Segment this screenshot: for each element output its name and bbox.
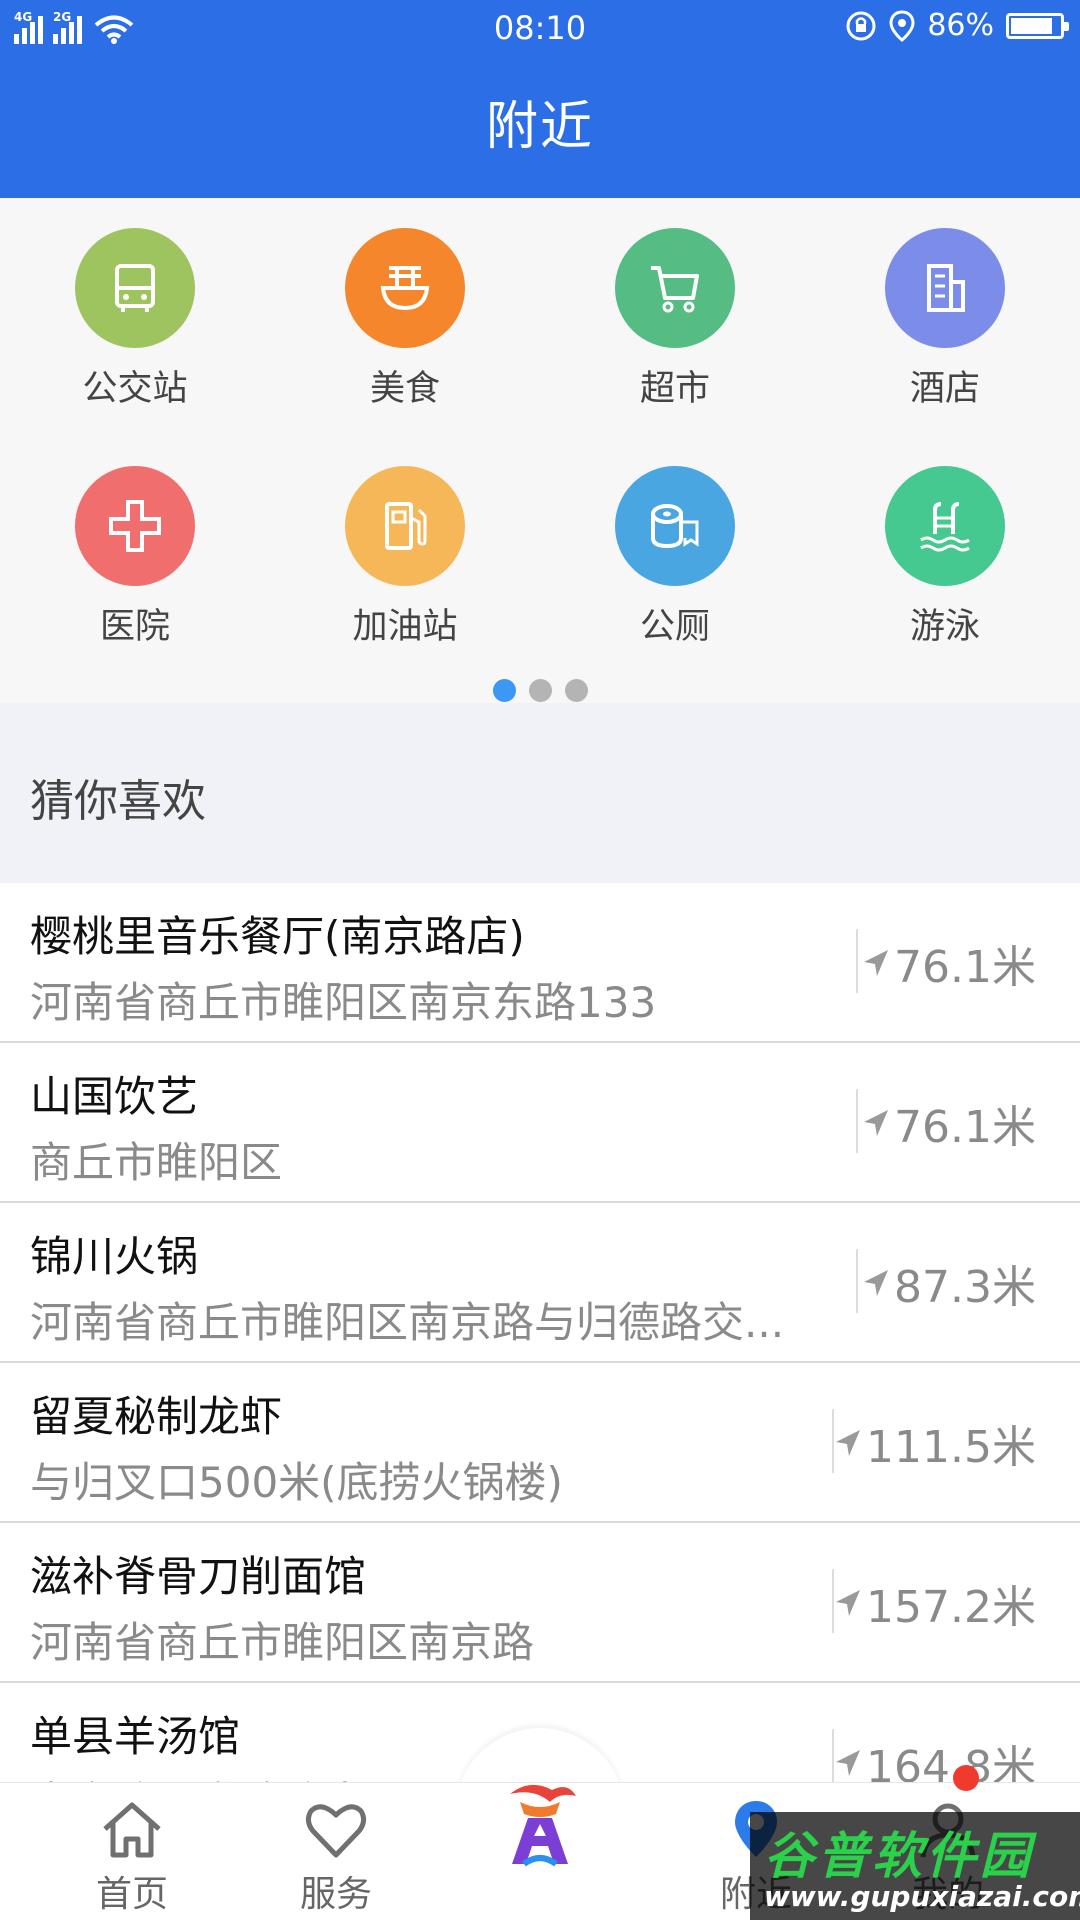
watermark-title: 谷普软件园	[764, 1827, 1034, 1885]
tab-label: 首页	[95, 1874, 168, 1915]
place-name: 滋补脊骨刀削面馆	[30, 1552, 367, 1601]
page-dot[interactable]	[564, 679, 588, 702]
place-name: 锦川火锅	[30, 1232, 199, 1281]
place-name: 留夏秘制龙虾	[30, 1392, 283, 1441]
tab-home[interactable]: 首页	[24, 1783, 240, 1920]
category-grid: 公交站 美食 超市 酒店 医院 加油站 公厕 游泳	[0, 198, 1080, 703]
place-address: 与归叉口500米(底捞火锅楼)	[30, 1458, 563, 1507]
category-label: 美食	[369, 369, 440, 409]
list-item[interactable]: 山国饮艺 商丘市睢阳区 76.1米	[0, 1043, 1080, 1203]
place-distance: 111.5米	[832, 1411, 1036, 1475]
navigation-arrow-icon	[836, 1750, 861, 1776]
distance-value: 76.1米	[894, 1102, 1036, 1153]
place-name: 樱桃里音乐餐厅(南京路店)	[30, 912, 525, 961]
category-food[interactable]: 美食	[270, 228, 540, 411]
status-bar: 4G 2G 08:10 86%	[0, 0, 1080, 56]
category-bus-station[interactable]: 公交站	[0, 228, 270, 411]
distance-value: 164.8米	[866, 1742, 1036, 1783]
category-hotel[interactable]: 酒店	[810, 228, 1080, 411]
app-header: 附近	[0, 56, 1080, 198]
category-label: 医院	[99, 607, 170, 647]
navigation-arrow-icon	[864, 1110, 889, 1136]
battery-icon	[1006, 12, 1069, 39]
navigation-arrow-icon	[836, 1430, 861, 1456]
home-icon	[103, 1802, 161, 1858]
place-list: 樱桃里音乐餐厅(南京路店) 河南省商丘市睢阳区南京东路133 76.1米 山国饮…	[0, 883, 1080, 1783]
page-title: 附近	[485, 97, 594, 157]
category-swimming[interactable]: 游泳	[810, 466, 1080, 649]
place-address: 河南省商丘市睢阳区南京路	[30, 1618, 535, 1667]
category-label: 加油站	[352, 607, 458, 647]
distance-value: 87.3米	[894, 1262, 1036, 1313]
row-divider	[856, 929, 858, 993]
section-title: 猜你喜欢	[30, 776, 206, 827]
category-gas-station[interactable]: 加油站	[270, 466, 540, 649]
distance-value: 157.2米	[866, 1582, 1036, 1633]
rotation-lock-icon	[846, 11, 876, 40]
list-item[interactable]: 留夏秘制龙虾 与归叉口500米(底捞火锅楼) 111.5米	[0, 1363, 1080, 1523]
place-distance: 76.1米	[860, 931, 1036, 995]
place-name: 山国饮艺	[30, 1072, 199, 1121]
category-label: 公交站	[82, 369, 188, 409]
navigation-arrow-icon	[864, 1270, 889, 1296]
distance-value: 76.1米	[894, 942, 1036, 993]
place-address: 河南省商丘市睢阳区南京东路133	[30, 978, 657, 1027]
tab-label: 服务	[299, 1874, 372, 1915]
place-name: 单县羊汤馆	[30, 1712, 241, 1761]
notification-badge	[953, 1765, 979, 1791]
city-logo-icon[interactable]	[490, 1772, 590, 1872]
toilet-paper-icon	[615, 466, 735, 586]
place-address: 南京路与学院路南200米	[30, 1769, 488, 1783]
category-supermarket[interactable]: 超市	[540, 228, 810, 411]
list-item[interactable]: 滋补脊骨刀削面馆 河南省商丘市睢阳区南京路 157.2米	[0, 1523, 1080, 1683]
noodle-bowl-icon	[345, 228, 465, 348]
distance-value: 111.5米	[866, 1422, 1036, 1473]
place-distance: 164.8米	[832, 1731, 1036, 1783]
category-public-toilet[interactable]: 公厕	[540, 466, 810, 649]
category-label: 酒店	[909, 369, 980, 409]
navigation-arrow-icon	[836, 1590, 861, 1616]
recommend-section-header: 猜你喜欢	[0, 703, 1080, 883]
hospital-cross-icon	[75, 466, 195, 586]
location-icon	[889, 9, 915, 42]
page-dot[interactable]	[528, 679, 552, 702]
swimming-pool-icon	[885, 466, 1005, 586]
heart-icon	[305, 1804, 367, 1858]
navigation-arrow-icon	[864, 950, 889, 976]
watermark: 谷普软件园 www.gupuxiazai.com	[750, 1812, 1080, 1920]
tab-service[interactable]: 服务	[228, 1783, 444, 1920]
watermark-url: www.gupuxiazai.com	[764, 1880, 1080, 1913]
place-distance: 157.2米	[832, 1571, 1036, 1635]
category-label: 超市	[639, 369, 710, 409]
place-address: 河南省商丘市睢阳区南京路与归德路交...	[30, 1298, 785, 1347]
row-divider	[856, 1089, 858, 1153]
list-item[interactable]: 锦川火锅 河南省商丘市睢阳区南京路与归德路交... 87.3米	[0, 1203, 1080, 1363]
list-item[interactable]: 樱桃里音乐餐厅(南京路店) 河南省商丘市睢阳区南京东路133 76.1米	[0, 883, 1080, 1043]
category-hospital[interactable]: 医院	[0, 466, 270, 649]
place-distance: 76.1米	[860, 1091, 1036, 1155]
row-divider	[856, 1249, 858, 1313]
page-dot-active[interactable]	[492, 679, 516, 702]
status-right: 86%	[845, 8, 1069, 43]
shopping-cart-icon	[615, 228, 735, 348]
category-label: 游泳	[909, 607, 980, 647]
hotel-building-icon	[885, 228, 1005, 348]
category-label: 公厕	[639, 607, 710, 647]
bus-icon	[75, 228, 195, 348]
battery-percent: 86%	[927, 8, 994, 43]
place-address: 商丘市睢阳区	[30, 1138, 283, 1187]
place-distance: 87.3米	[860, 1251, 1036, 1315]
page-indicator	[0, 679, 1080, 702]
gas-pump-icon	[345, 466, 465, 586]
